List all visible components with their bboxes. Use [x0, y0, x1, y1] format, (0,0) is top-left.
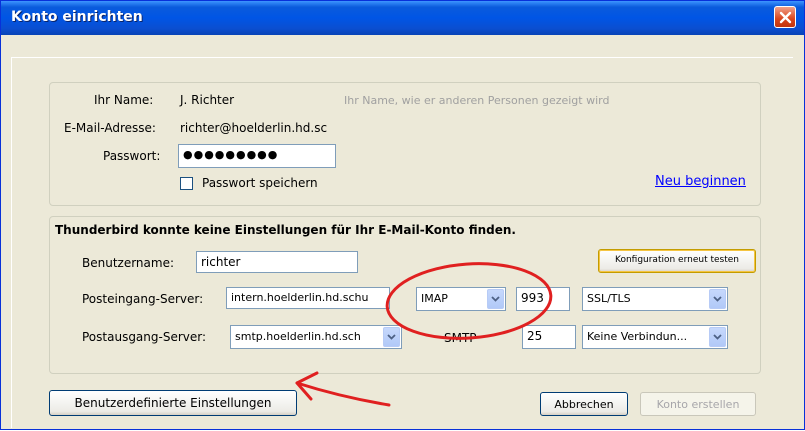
account-group: Ihr Name: J. Richter Ihr Name, wie er an…	[49, 82, 761, 206]
name-label: Ihr Name:	[94, 93, 154, 107]
email-label: E-Mail-Adresse:	[64, 121, 156, 135]
incoming-security-select[interactable]: SSL/TLS	[582, 287, 728, 311]
incoming-security-dropdown[interactable]	[709, 289, 726, 309]
setup-dialog: Konto einrichten Ihr Name: J. Richter Ih…	[0, 0, 805, 430]
window-title: Konto einrichten	[11, 9, 143, 25]
incoming-protocol-dropdown[interactable]	[487, 289, 504, 309]
name-hint: Ihr Name, wie er anderen Personen gezeig…	[344, 94, 610, 107]
server-config-group: Thunderbird konnte keine Einstellungen f…	[49, 216, 761, 374]
incoming-server-label: Posteingang-Server:	[82, 292, 204, 306]
password-field[interactable]: ●●●●●●●●●	[178, 144, 336, 168]
chevron-down-icon	[387, 334, 396, 340]
create-account-button: Konto erstellen	[640, 392, 756, 416]
restart-link[interactable]: Neu beginnen	[655, 174, 746, 189]
incoming-server-input[interactable]: intern.hoelderlin.hd.schu	[226, 287, 390, 309]
outgoing-protocol-label: SMTP	[444, 331, 477, 345]
incoming-protocol-value: IMAP	[421, 292, 448, 305]
outgoing-server-select[interactable]: smtp.hoelderlin.hd.sch	[230, 325, 402, 349]
chevron-down-icon	[491, 296, 500, 302]
remember-password-checkbox[interactable]	[180, 177, 193, 190]
cancel-button[interactable]: Abbrechen	[540, 392, 628, 416]
dialog-panel: Ihr Name: J. Richter Ihr Name, wie er an…	[11, 57, 793, 428]
config-message: Thunderbird konnte keine Einstellungen f…	[55, 223, 516, 237]
title-bar[interactable]: Konto einrichten	[1, 1, 804, 35]
chevron-down-icon	[713, 296, 722, 302]
username-label: Benutzername:	[82, 256, 175, 270]
incoming-security-value: SSL/TLS	[587, 292, 631, 305]
incoming-port-input[interactable]: 993	[516, 287, 570, 311]
username-input[interactable]: richter	[196, 251, 358, 273]
incoming-protocol-select[interactable]: IMAP	[416, 287, 506, 311]
chevron-down-icon	[713, 334, 722, 340]
advanced-settings-button[interactable]: Benutzerdefinierte Einstellungen	[49, 390, 297, 416]
close-button[interactable]	[774, 6, 796, 28]
outgoing-server-dropdown[interactable]	[383, 327, 400, 347]
outgoing-security-dropdown[interactable]	[709, 327, 726, 347]
outgoing-security-value: Keine Verbindun...	[587, 330, 688, 343]
remember-password-label[interactable]: Passwort speichern	[202, 176, 318, 190]
outgoing-server-label: Postausgang-Server:	[82, 330, 207, 344]
password-label: Passwort:	[103, 149, 161, 163]
retest-button[interactable]: Konfiguration erneut testen	[598, 249, 756, 273]
outgoing-server-value: smtp.hoelderlin.hd.sch	[235, 330, 361, 343]
name-value[interactable]: J. Richter	[180, 93, 234, 107]
dialog-body: Ihr Name: J. Richter Ihr Name, wie er an…	[5, 35, 800, 428]
outgoing-port-input[interactable]: 25	[522, 325, 576, 349]
outgoing-security-select[interactable]: Keine Verbindun...	[582, 325, 728, 349]
close-icon	[779, 11, 792, 24]
email-value[interactable]: richter@hoelderlin.hd.sc	[180, 121, 327, 135]
